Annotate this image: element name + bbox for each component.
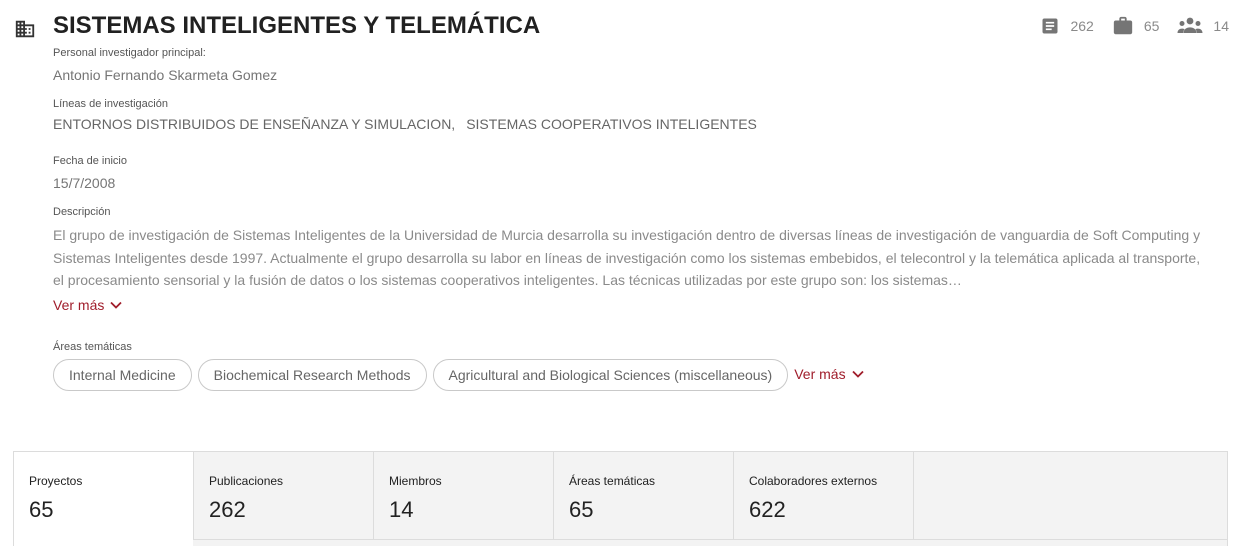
projects-count: 65 bbox=[1143, 18, 1160, 34]
tab-count: 622 bbox=[749, 497, 786, 522]
research-line-item[interactable]: SISTEMAS COOPERATIVOS INTELIGENTES bbox=[466, 116, 757, 132]
tab-bar: Proyectos 65 Publicaciones 262 Miembros … bbox=[13, 451, 1228, 546]
tab-label: Proyectos bbox=[29, 474, 83, 488]
stats-bar: 262 65 14 bbox=[1022, 16, 1229, 36]
areas-more-label: Ver más bbox=[794, 365, 846, 382]
research-lines-label: Líneas de investigación bbox=[53, 98, 168, 110]
description-text: El grupo de investigación de Sistemas In… bbox=[53, 227, 1201, 288]
pi-label: Personal investigador principal: bbox=[53, 47, 206, 59]
members-count: 14 bbox=[1213, 18, 1229, 34]
tab-publicaciones[interactable]: Publicaciones 262 bbox=[193, 452, 373, 540]
members-stat[interactable]: 14 bbox=[1177, 16, 1229, 36]
tab-count: 14 bbox=[389, 497, 414, 522]
area-chip[interactable]: Internal Medicine bbox=[53, 359, 192, 391]
start-date-value: 15/7/2008 bbox=[53, 175, 116, 191]
tab-label: Colaboradores externos bbox=[749, 474, 878, 488]
document-icon bbox=[1042, 18, 1058, 34]
projects-stat[interactable]: 65 bbox=[1112, 15, 1160, 37]
tab-label: Publicaciones bbox=[209, 474, 284, 488]
area-chip[interactable]: Agricultural and Biological Sciences (mi… bbox=[432, 359, 789, 391]
description-more-button[interactable]: Ver más bbox=[53, 297, 122, 313]
chevron-down-icon bbox=[851, 370, 864, 378]
areas-more-button[interactable]: Ver más bbox=[794, 365, 864, 382]
area-chip[interactable]: Biochemical Research Methods bbox=[197, 359, 427, 391]
areas-chips: Internal Medicine Biochemical Research M… bbox=[53, 359, 864, 391]
people-icon bbox=[1177, 17, 1203, 33]
areas-label: Áreas temáticas bbox=[53, 341, 132, 353]
tab-bar-filler bbox=[913, 452, 1227, 540]
tab-label: Áreas temáticas bbox=[569, 474, 656, 488]
tab-areas-tematicas[interactable]: Áreas temáticas 65 bbox=[553, 452, 733, 540]
tab-count: 65 bbox=[569, 497, 594, 522]
page-title: SISTEMAS INTELIGENTES Y TELEMÁTICA bbox=[53, 12, 541, 39]
publications-stat[interactable]: 262 bbox=[1040, 16, 1094, 36]
tab-colaboradores-externos[interactable]: Colaboradores externos 622 bbox=[733, 452, 913, 540]
start-date-label: Fecha de inicio bbox=[53, 155, 127, 167]
tab-label: Miembros bbox=[389, 474, 442, 488]
research-lines: ENTORNOS DISTRIBUIDOS DE ENSEÑANZA Y SIM… bbox=[53, 116, 768, 132]
chevron-down-icon bbox=[110, 301, 122, 309]
research-line-item[interactable]: ENTORNOS DISTRIBUIDOS DE ENSEÑANZA Y SIM… bbox=[53, 116, 455, 132]
description-label: Descripción bbox=[53, 206, 111, 218]
tab-count: 65 bbox=[29, 497, 54, 522]
tab-count: 262 bbox=[209, 497, 246, 522]
briefcase-icon bbox=[1113, 16, 1133, 35]
publications-count: 262 bbox=[1070, 18, 1094, 34]
building-icon bbox=[15, 20, 35, 38]
tab-proyectos[interactable]: Proyectos 65 bbox=[13, 452, 193, 546]
tab-miembros[interactable]: Miembros 14 bbox=[373, 452, 553, 540]
description-more-label: Ver más bbox=[53, 297, 105, 313]
pi-name[interactable]: Antonio Fernando Skarmeta Gomez bbox=[53, 67, 277, 83]
